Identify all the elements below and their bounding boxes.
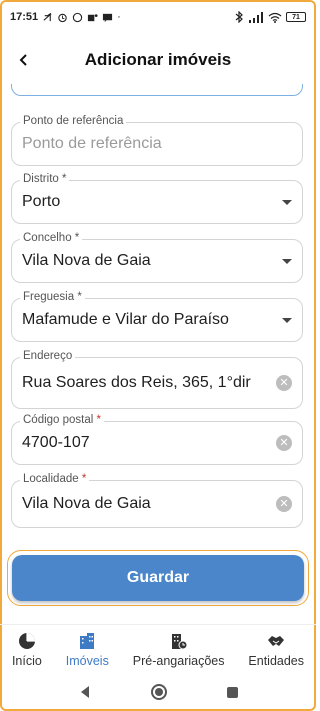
status-bar: 17:51 · 71 bbox=[0, 0, 316, 34]
district-label: Distrito * bbox=[20, 173, 70, 185]
bluetooth-icon bbox=[235, 11, 243, 23]
system-home-icon[interactable] bbox=[150, 683, 168, 701]
teams-icon bbox=[88, 13, 98, 21]
address-label: Endereço bbox=[20, 350, 76, 362]
address-value: Rua Soares dos Reis, 365, 1°dir bbox=[22, 374, 251, 391]
system-back-icon[interactable] bbox=[78, 685, 92, 699]
locality-field[interactable]: Localidade * Vila Nova de Gaia ✕ bbox=[11, 473, 303, 528]
wifi-icon bbox=[268, 12, 282, 23]
previous-field-partial[interactable] bbox=[11, 84, 303, 96]
form-scroll-area[interactable]: Ponto de referência Ponto de referência … bbox=[0, 84, 316, 624]
save-button[interactable]: Guardar bbox=[12, 555, 304, 601]
reference-point-field[interactable]: Ponto de referência Ponto de referência bbox=[11, 115, 303, 166]
address-field[interactable]: Endereço Rua Soares dos Reis, 365, 1°dir… bbox=[11, 350, 303, 409]
dropdown-arrow-icon bbox=[282, 258, 292, 264]
pie-chart-icon bbox=[18, 632, 35, 649]
district-value: Porto bbox=[22, 193, 61, 210]
whatsapp-icon bbox=[72, 12, 83, 22]
nav-item-inicio[interactable]: Início bbox=[12, 632, 42, 668]
municipality-value: Vila Nova de Gaia bbox=[22, 252, 151, 269]
system-navigation-bar bbox=[0, 676, 316, 708]
more-dot-icon: · bbox=[117, 11, 121, 23]
bottom-navigation: Início Imóveis Pré-angariações Entidades bbox=[0, 624, 316, 674]
locality-label: Localidade * bbox=[20, 473, 90, 485]
dropdown-arrow-icon bbox=[282, 317, 292, 323]
save-button-focus-ring: Guardar bbox=[7, 550, 309, 606]
parish-select[interactable]: Freguesia * Mafamude e Vilar do Paraíso bbox=[11, 291, 303, 342]
page-title: Adicionar imóveis bbox=[84, 50, 232, 69]
system-recents-icon[interactable] bbox=[226, 686, 239, 699]
reference-point-placeholder: Ponto de referência bbox=[22, 135, 162, 152]
chevron-left-icon bbox=[19, 54, 27, 66]
status-time: 17:51 bbox=[10, 11, 39, 23]
nav-label: Imóveis bbox=[65, 653, 109, 668]
nav-item-imoveis[interactable]: Imóveis bbox=[66, 632, 109, 668]
clear-address-icon[interactable]: ✕ bbox=[276, 375, 292, 391]
locality-value: Vila Nova de Gaia bbox=[22, 495, 151, 512]
municipality-label: Concelho * bbox=[20, 232, 83, 244]
nav-label: Início bbox=[11, 653, 42, 668]
notification-icons: · bbox=[42, 11, 121, 23]
district-select[interactable]: Distrito * Porto bbox=[11, 173, 303, 224]
postal-code-field[interactable]: Código postal * 4700-107 ✕ bbox=[11, 414, 303, 465]
nav-item-entidades[interactable]: Entidades bbox=[248, 632, 304, 668]
mute-icon bbox=[43, 12, 52, 21]
signal-icon bbox=[249, 11, 263, 23]
message-icon bbox=[103, 13, 113, 22]
postal-code-value: 4700-107 bbox=[22, 434, 90, 451]
nav-label: Entidades bbox=[248, 653, 305, 668]
parish-value: Mafamude e Vilar do Paraíso bbox=[22, 311, 229, 328]
dropdown-arrow-icon bbox=[282, 199, 292, 205]
municipality-select[interactable]: Concelho * Vila Nova de Gaia bbox=[11, 232, 303, 283]
system-icons: 71 bbox=[235, 11, 306, 23]
building-clock-icon bbox=[171, 633, 188, 649]
battery-icon: 71 bbox=[286, 12, 306, 22]
alarm-icon bbox=[58, 13, 67, 22]
handshake-icon bbox=[268, 635, 285, 646]
nav-item-pre-angariacoes[interactable]: Pré-angariações bbox=[132, 632, 225, 668]
back-button[interactable] bbox=[12, 48, 36, 72]
buildings-icon bbox=[80, 632, 95, 649]
clear-postal-code-icon[interactable]: ✕ bbox=[276, 435, 292, 451]
nav-label: Pré-angariações bbox=[132, 653, 225, 668]
clear-locality-icon[interactable]: ✕ bbox=[276, 496, 292, 512]
parish-label: Freguesia * bbox=[20, 291, 85, 303]
reference-point-label: Ponto de referência bbox=[20, 115, 127, 127]
app-bar: Adicionar imóveis bbox=[0, 36, 316, 84]
postal-code-label: Código postal * bbox=[20, 414, 105, 426]
